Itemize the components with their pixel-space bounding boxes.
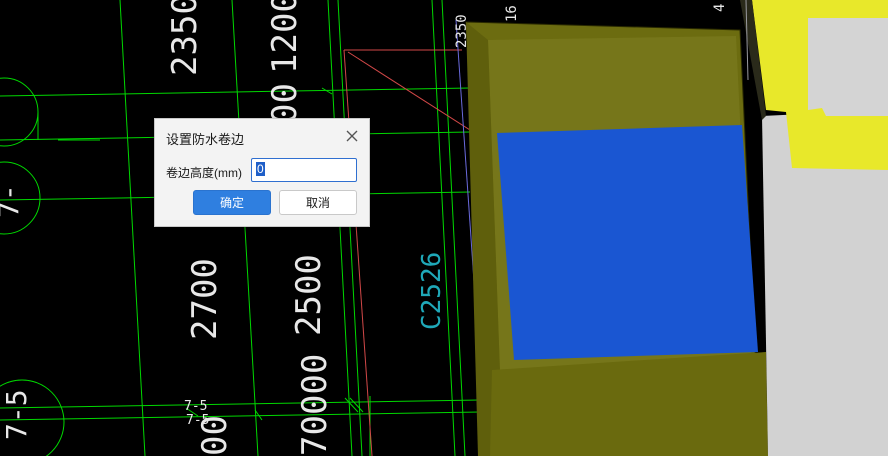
- close-icon[interactable]: [343, 127, 361, 145]
- waterproof-edge-dialog: 设置防水卷边 卷边高度(mm) 0 确定 取消: [154, 118, 370, 227]
- grid-lines: [0, 0, 481, 456]
- 3d-model[interactable]: [465, 0, 888, 456]
- edge-height-input[interactable]: 0: [251, 158, 357, 182]
- ok-button[interactable]: 确定: [193, 190, 271, 215]
- drawing-canvas[interactable]: 2350 1200 00 2700 2500 70000 00 2350 16 …: [0, 0, 888, 456]
- axis-label: 7-5: [0, 389, 33, 440]
- dim-text-small: 4: [712, 4, 728, 12]
- edge-height-value: 0: [256, 162, 265, 176]
- dim-text: 2700: [185, 258, 225, 340]
- dim-text: 2350: [165, 0, 205, 76]
- red-outline: [343, 49, 471, 456]
- cancel-button[interactable]: 取消: [279, 190, 357, 215]
- blue-face: [497, 125, 758, 360]
- olive-bottom: [490, 352, 768, 456]
- dim-text: 70000: [295, 354, 335, 456]
- dim-text: 2500: [289, 254, 329, 336]
- axis-label-small: 7-5: [184, 399, 207, 414]
- column-label: C2526: [417, 252, 447, 330]
- dim-text: 1200: [265, 0, 305, 74]
- dim-text-small: 16: [504, 5, 520, 22]
- axis-label-small: 7-5: [186, 413, 209, 428]
- edge-height-label: 卷边高度(mm): [166, 166, 242, 180]
- cad-viewport[interactable]: 2350 1200 00 2700 2500 70000 00 2350 16 …: [0, 0, 888, 456]
- dialog-title: 设置防水卷边: [166, 132, 245, 147]
- gray-inset: [808, 18, 888, 116]
- dimension-texts: 2350 1200 00 2700 2500 70000 00: [165, 0, 335, 456]
- axis-label: 7-: [0, 184, 25, 218]
